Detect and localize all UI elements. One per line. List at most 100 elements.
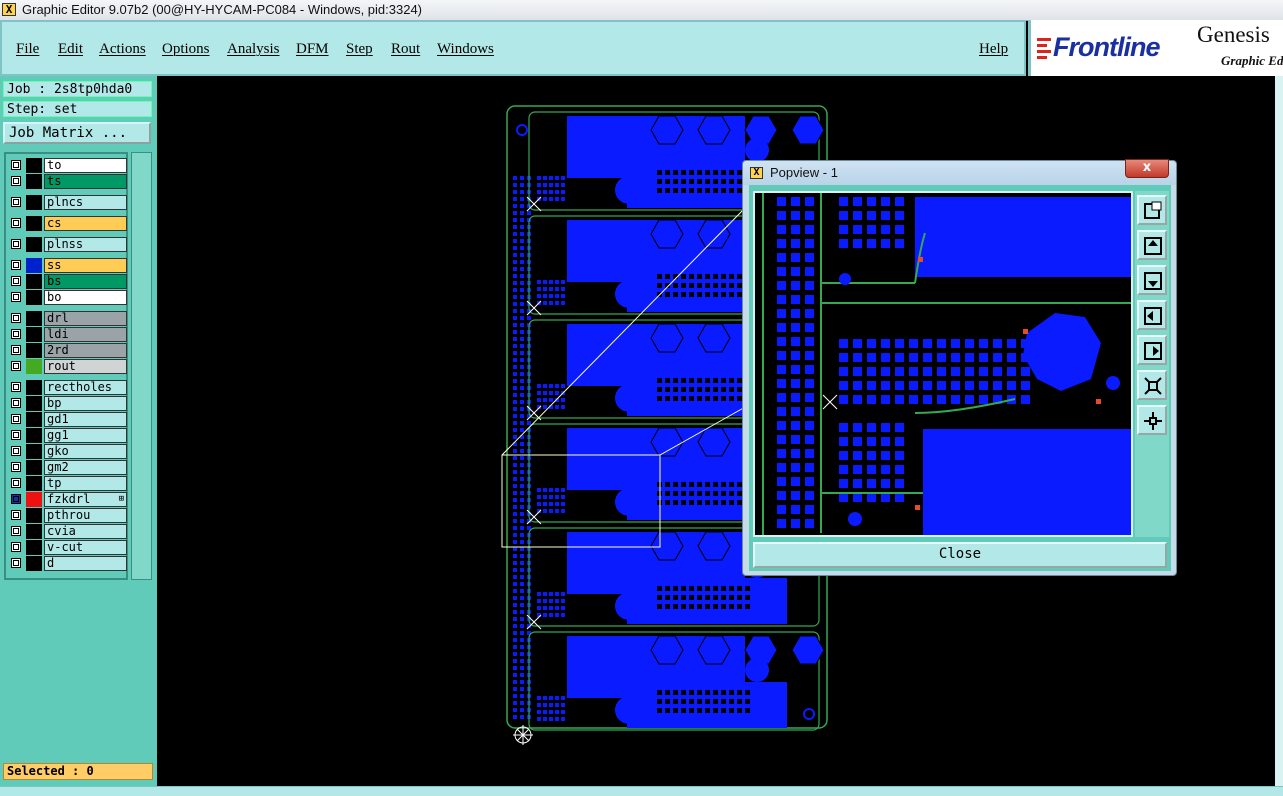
layer-row-bs[interactable]: bs [9,274,127,289]
layer-row-bp[interactable]: bp [9,396,127,411]
menu-actions[interactable]: Actions [99,41,146,58]
layer-name[interactable]: plncs [44,195,127,210]
layer-name[interactable]: ts [44,174,127,189]
layer-color-swatch[interactable] [26,274,42,289]
popview-close-button[interactable]: Close [753,542,1167,568]
layer-row-d[interactable]: d [9,556,127,571]
zoom-in-button[interactable] [1137,370,1167,400]
layer-name[interactable]: ss [44,258,127,273]
pan-right-button[interactable] [1137,335,1167,365]
layer-row-gko[interactable]: gko [9,444,127,459]
layer-color-swatch[interactable] [26,380,42,395]
layer-row-to[interactable]: to [9,158,127,173]
layer-row-rectholes[interactable]: rectholes [9,380,127,395]
layer-checkbox[interactable] [11,478,21,488]
layer-name[interactable]: fzkdrl ⊞ [44,492,127,507]
layer-checkbox[interactable] [11,398,21,408]
layer-checkbox[interactable] [11,414,21,424]
layer-row-cvia[interactable]: cvia [9,524,127,539]
layer-checkbox[interactable] [11,526,21,536]
popview-close-x-button[interactable]: x [1125,159,1169,178]
layer-name[interactable]: tp [44,476,127,491]
menu-rout[interactable]: Rout [391,41,420,58]
layer-color-swatch[interactable] [26,343,42,358]
layer-row-rout[interactable]: rout [9,359,127,374]
layer-name[interactable]: gg1 [44,428,127,443]
popview-title-bar[interactable]: X Popview - 1 [743,161,1176,185]
layer-checkbox[interactable] [11,176,21,186]
layer-row-plncs[interactable]: plncs [9,195,127,210]
layer-color-swatch[interactable] [26,444,42,459]
layer-row-v-cut[interactable]: v-cut [9,540,127,555]
layer-checkbox[interactable] [11,292,21,302]
layer-color-swatch[interactable] [26,258,42,273]
layer-row-pthrou[interactable]: pthrou [9,508,127,523]
layer-color-swatch[interactable] [26,460,42,475]
layer-color-swatch[interactable] [26,290,42,305]
layer-color-swatch[interactable] [26,492,42,507]
layer-checkbox[interactable] [11,276,21,286]
layer-color-swatch[interactable] [26,524,42,539]
layer-color-swatch[interactable] [26,195,42,210]
layer-checkbox[interactable] [11,160,21,170]
layer-color-swatch[interactable] [26,508,42,523]
layer-row-ts[interactable]: ts [9,174,127,189]
menu-analysis[interactable]: Analysis [227,41,280,58]
layer-checkbox[interactable] [11,361,21,371]
menu-edit[interactable]: Edit [58,41,83,58]
layer-name[interactable]: v-cut [44,540,127,555]
layer-name[interactable]: to [44,158,127,173]
layer-name[interactable]: d [44,556,127,571]
layer-color-swatch[interactable] [26,428,42,443]
layer-row-ldi[interactable]: ldi [9,327,127,342]
layer-name[interactable]: bp [44,396,127,411]
layer-checkbox[interactable] [11,510,21,520]
layer-checkbox[interactable] [11,558,21,568]
layer-row-drl[interactable]: drl [9,311,127,326]
layer-name[interactable]: gm2 [44,460,127,475]
layer-checkbox[interactable] [11,260,21,270]
menu-file[interactable]: File [16,41,39,58]
layer-row-cs[interactable]: cs [9,216,127,231]
zoom-fit-button[interactable] [1137,195,1167,225]
layer-row-2rd[interactable]: 2rd [9,343,127,358]
layer-color-swatch[interactable] [26,237,42,252]
layer-color-swatch[interactable] [26,412,42,427]
menu-dfm[interactable]: DFM [296,41,329,58]
layer-name[interactable]: bs [44,274,127,289]
layer-color-swatch[interactable] [26,311,42,326]
layer-color-swatch[interactable] [26,396,42,411]
layer-name[interactable]: pthrou [44,508,127,523]
layer-checkbox[interactable] [11,345,21,355]
layer-checkbox[interactable] [11,313,21,323]
layer-name[interactable]: gko [44,444,127,459]
layer-list-scrollbar[interactable] [131,152,152,580]
layer-checkbox[interactable] [11,462,21,472]
layer-row-ss[interactable]: ss [9,258,127,273]
pan-left-button[interactable] [1137,300,1167,330]
layer-name[interactable]: rout [44,359,127,374]
zoom-out-button[interactable] [1137,405,1167,435]
layer-color-swatch[interactable] [26,540,42,555]
menu-windows[interactable]: Windows [437,41,494,58]
layer-name[interactable]: gd1 [44,412,127,427]
layer-color-swatch[interactable] [26,476,42,491]
layer-name[interactable]: drl [44,311,127,326]
layer-checkbox[interactable] [11,329,21,339]
layer-row-fzkdrl[interactable]: fzkdrl ⊞ [9,492,127,507]
menu-step[interactable]: Step [346,41,373,58]
layer-name[interactable]: ldi [44,327,127,342]
layer-row-bo[interactable]: bo [9,290,127,305]
layer-checkbox[interactable] [11,446,21,456]
layer-checkbox[interactable] [11,494,21,504]
pan-down-button[interactable] [1137,265,1167,295]
layer-color-swatch[interactable] [26,327,42,342]
job-matrix-button[interactable]: Job Matrix ... [3,122,151,144]
layer-color-swatch[interactable] [26,359,42,374]
layer-row-tp[interactable]: tp [9,476,127,491]
layer-checkbox[interactable] [11,197,21,207]
layer-checkbox[interactable] [11,239,21,249]
layer-color-swatch[interactable] [26,556,42,571]
layer-row-gm2[interactable]: gm2 [9,460,127,475]
layer-color-swatch[interactable] [26,174,42,189]
